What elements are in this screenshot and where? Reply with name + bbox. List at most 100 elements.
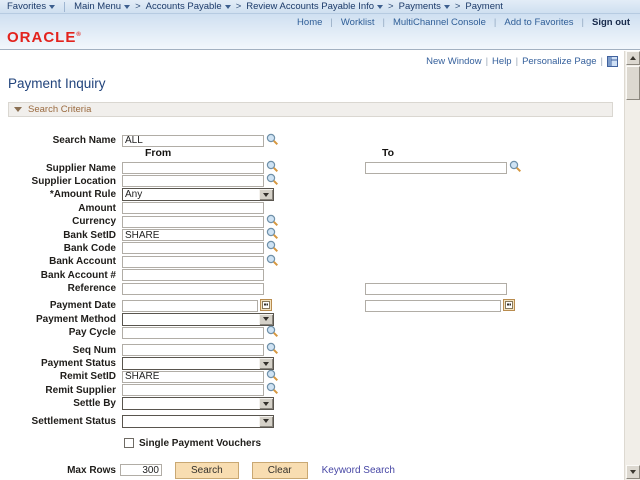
payment-date-control (122, 299, 272, 314)
collapse-triangle-icon (14, 107, 22, 112)
clear-button[interactable]: Clear (252, 462, 308, 479)
to-reference-input[interactable] (365, 283, 507, 295)
keyword-search-link[interactable]: Keyword Search (322, 465, 395, 476)
chevron-down-icon (124, 5, 130, 9)
lookup-icon[interactable] (266, 173, 279, 189)
lookup-icon[interactable] (266, 342, 279, 358)
main-content: New Window | Help | Personalize Page | P… (0, 51, 622, 479)
chevron-down-icon (49, 5, 55, 9)
pay-cycle-input[interactable] (122, 327, 264, 339)
chevron-down-icon[interactable] (259, 398, 273, 409)
lookup-icon[interactable] (266, 382, 279, 398)
seq-num-input[interactable] (122, 344, 264, 356)
scroll-down-button[interactable] (626, 465, 640, 479)
bank-account-num-input[interactable] (122, 269, 264, 281)
add-to-favorites-link[interactable]: Add to Favorites (504, 17, 573, 28)
bank-setid-label: Bank SetID (0, 230, 120, 241)
help-link[interactable]: Help (492, 56, 512, 67)
page-title: Payment Inquiry (8, 76, 622, 91)
chevron-down-icon[interactable] (259, 358, 273, 369)
remit-supplier-row: Remit Supplier (0, 384, 622, 397)
payment-method-row: Payment Method (0, 313, 622, 326)
lookup-icon[interactable] (266, 325, 279, 341)
bank-account-input[interactable] (122, 256, 264, 268)
to-payment-date-input[interactable] (365, 300, 501, 312)
amount-rule-row: *Amount RuleAny (0, 188, 622, 201)
supplier-location-control (122, 173, 279, 189)
search-name-input[interactable] (122, 135, 264, 147)
remit-supplier-input[interactable] (122, 384, 264, 396)
supplier-name-input[interactable] (122, 162, 264, 174)
amount-input[interactable] (122, 202, 264, 214)
link-divider: | (382, 17, 384, 28)
settlement-status-select[interactable] (122, 415, 274, 428)
action-row: Max Rows Search Clear Keyword Search (0, 462, 622, 479)
currency-label: Currency (0, 216, 120, 227)
from-column-header: From (145, 147, 171, 159)
lookup-icon[interactable] (266, 254, 279, 270)
link-divider: | (582, 17, 584, 28)
amount-rule-select-value: Any (123, 189, 259, 200)
to-supplier-name-input[interactable] (365, 162, 507, 174)
scrollbar-thumb[interactable] (626, 66, 640, 100)
to-supplier-name-wrap (363, 161, 522, 174)
bank-code-label: Bank Code (0, 243, 120, 254)
settlement-status-label: Settlement Status (0, 416, 120, 427)
breadcrumb-item-main-menu[interactable]: Main Menu (74, 1, 130, 12)
page-links: New Window | Help | Personalize Page | (0, 56, 618, 67)
bank-code-row: Bank Code (0, 242, 622, 255)
multichannel-console-link[interactable]: MultiChannel Console (393, 17, 486, 28)
currency-input[interactable] (122, 216, 264, 228)
sign-out-link[interactable]: Sign out (592, 17, 630, 28)
bank-setid-input[interactable] (122, 229, 264, 241)
search-criteria-header[interactable]: Search Criteria (8, 102, 613, 117)
breadcrumb-item-accounts-payable[interactable]: Accounts Payable (146, 1, 231, 12)
reference-row: Reference (0, 282, 622, 295)
vertical-scrollbar[interactable] (624, 51, 640, 480)
calendar-icon[interactable] (260, 299, 272, 314)
seq-num-row: Seq Num (0, 343, 622, 356)
bank-account-num-row: Bank Account # (0, 269, 622, 282)
supplier-name-row: Supplier Name (0, 161, 622, 174)
amount-rule-select[interactable]: Any (122, 188, 274, 201)
supplier-location-input[interactable] (122, 175, 264, 187)
lookup-icon[interactable] (266, 133, 279, 149)
to-payment-date-wrap (363, 299, 515, 312)
single-payment-vouchers-checkbox[interactable] (124, 438, 134, 448)
bank-account-label: Bank Account (0, 256, 120, 267)
reference-input[interactable] (122, 283, 264, 295)
amount-rule-label: *Amount Rule (0, 189, 120, 200)
settle-by-label: Settle By (0, 398, 120, 409)
breadcrumb-separator: > (236, 1, 242, 12)
calendar-icon[interactable] (503, 299, 515, 314)
breadcrumb-item-payments[interactable]: Payments (399, 1, 450, 12)
home-link[interactable]: Home (297, 17, 322, 28)
settle-by-select[interactable] (122, 397, 274, 410)
pay-cycle-control (122, 325, 279, 341)
chevron-down-icon[interactable] (259, 416, 273, 427)
chevron-down-icon[interactable] (259, 314, 273, 325)
search-button[interactable]: Search (175, 462, 239, 479)
bank-code-input[interactable] (122, 242, 264, 254)
payment-date-input[interactable] (122, 300, 258, 312)
triangle-down-icon (630, 470, 636, 474)
personalize-layout-icon[interactable] (607, 56, 618, 67)
scroll-up-button[interactable] (626, 51, 640, 65)
lookup-icon[interactable] (509, 160, 522, 176)
breadcrumb-divider (64, 2, 65, 12)
payment-date-row: Payment Date (0, 299, 622, 312)
breadcrumb-item-review-ap-info[interactable]: Review Accounts Payable Info (246, 1, 383, 12)
chevron-down-icon[interactable] (259, 189, 273, 200)
remit-setid-input[interactable] (122, 371, 264, 383)
worklist-link[interactable]: Worklist (341, 17, 375, 28)
new-window-link[interactable]: New Window (426, 56, 481, 67)
remit-supplier-label: Remit Supplier (0, 385, 120, 396)
max-rows-input[interactable] (120, 464, 162, 476)
bank-account-num-control (122, 269, 264, 281)
payment-method-label: Payment Method (0, 314, 120, 325)
personalize-page-link[interactable]: Personalize Page (522, 56, 596, 67)
favorites-menu[interactable]: Favorites (7, 1, 55, 12)
amount-rule-control: Any (122, 188, 274, 201)
remit-supplier-control (122, 382, 279, 398)
reference-control (122, 283, 264, 295)
